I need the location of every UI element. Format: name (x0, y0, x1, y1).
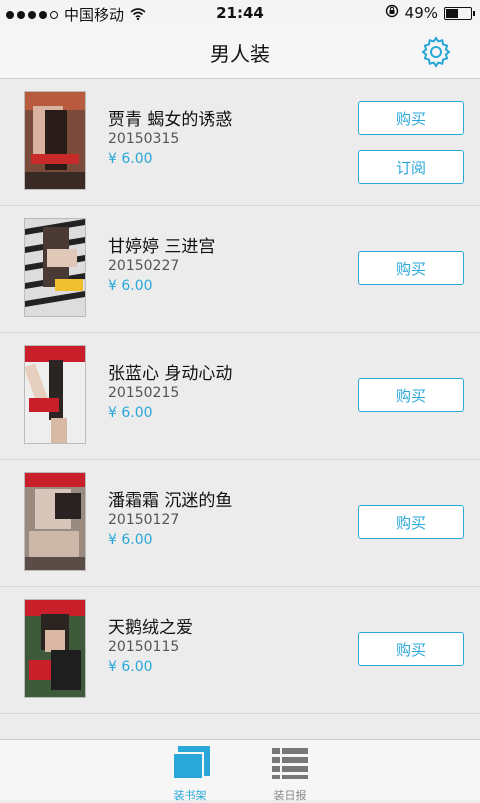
list-item: 张蓝心 身动心动 20150215 ¥ 6.00 购买 (0, 333, 480, 460)
list-item: 天鹅绒之爱 20150115 ¥ 6.00 购买 (0, 587, 480, 714)
item-date: 20150215 (108, 385, 180, 401)
item-price: ¥ 6.00 (108, 659, 153, 675)
item-date: 20150315 (108, 131, 180, 147)
item-title: 贾青 蝎女的诱惑 (108, 110, 233, 130)
battery-percent: 49% (404, 4, 438, 22)
buy-button[interactable]: 购买 (358, 632, 464, 666)
tab-bookshelf[interactable]: 装书架 (150, 746, 230, 803)
magazine-list: 贾青 蝎女的诱惑 20150315 ¥ 6.00 购买 订阅 甘婷婷 三进宫 2… (0, 79, 480, 714)
item-price: ¥ 6.00 (108, 405, 153, 421)
status-right: 49% (385, 4, 475, 22)
item-price: ¥ 6.00 (108, 532, 153, 548)
tab-daily[interactable]: 装日报 (250, 746, 330, 803)
gear-icon (421, 36, 451, 68)
buy-button[interactable]: 购买 (358, 251, 464, 285)
magazine-cover[interactable] (24, 599, 86, 698)
item-title: 潘霜霜 沉迷的鱼 (108, 491, 233, 511)
bookshelf-icon (172, 746, 210, 780)
magazine-cover[interactable] (24, 345, 86, 444)
page-title: 男人装 (210, 42, 270, 66)
nav-bar: 男人装 (0, 26, 480, 79)
tab-bookshelf-label: 装书架 (173, 789, 207, 802)
item-title: 张蓝心 身动心动 (108, 364, 233, 384)
item-date: 20150115 (108, 639, 180, 655)
list-item: 贾青 蝎女的诱惑 20150315 ¥ 6.00 购买 订阅 (0, 79, 480, 206)
battery-icon (444, 6, 475, 20)
list-icon (272, 748, 308, 779)
magazine-cover[interactable] (24, 472, 86, 571)
settings-button[interactable] (420, 36, 452, 68)
buy-button[interactable]: 购买 (358, 378, 464, 412)
item-price: ¥ 6.00 (108, 151, 153, 167)
item-title: 天鹅绒之爱 (108, 618, 193, 638)
buy-button[interactable]: 购买 (358, 101, 464, 135)
item-price: ¥ 6.00 (108, 278, 153, 294)
item-date: 20150227 (108, 258, 180, 274)
item-title: 甘婷婷 三进宫 (108, 237, 216, 257)
item-date: 20150127 (108, 512, 180, 528)
magazine-cover[interactable] (24, 91, 86, 190)
tab-bar: 装书架 装日报 (0, 739, 480, 803)
buy-button[interactable]: 购买 (358, 505, 464, 539)
rotation-lock-icon (385, 4, 399, 22)
subscribe-button[interactable]: 订阅 (358, 150, 464, 184)
tab-daily-label: 装日报 (273, 789, 307, 802)
magazine-cover[interactable] (24, 218, 86, 317)
status-bar: 中国移动 21:44 49% (0, 0, 480, 26)
list-item: 潘霜霜 沉迷的鱼 20150127 ¥ 6.00 购买 (0, 460, 480, 587)
list-item: 甘婷婷 三进宫 20150227 ¥ 6.00 购买 (0, 206, 480, 333)
